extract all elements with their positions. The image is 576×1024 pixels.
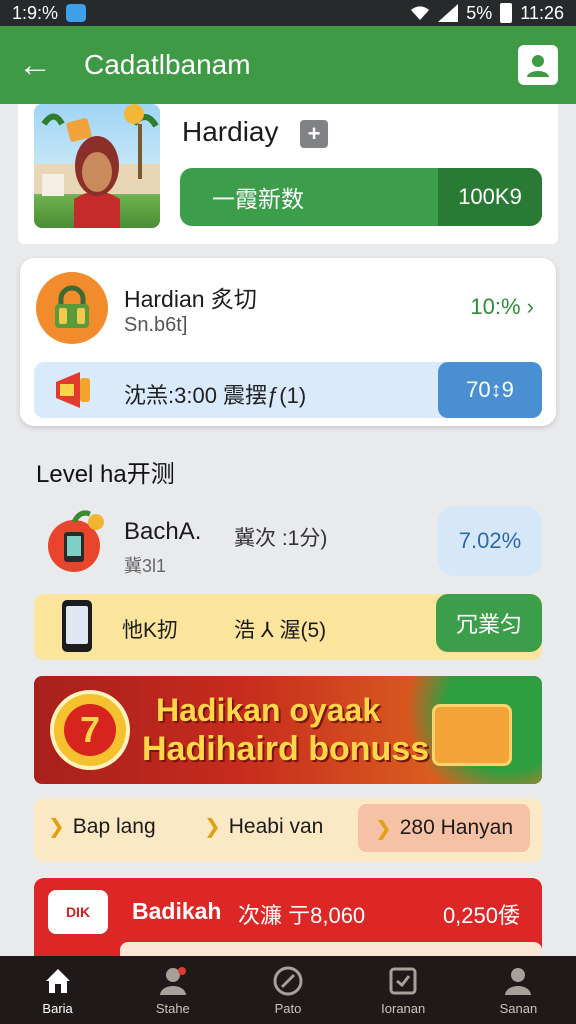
status-clock: 11:26 (520, 2, 564, 23)
profile-icon (505, 967, 532, 995)
device-detail: 浩 ⅄ 渥(5) (234, 619, 327, 642)
account-icon[interactable] (518, 45, 558, 85)
tag-label: Heabi van (228, 814, 324, 838)
person-icon (159, 966, 186, 995)
bonus-banner[interactable]: 7 Hadikan oyaak Hadihaird bonuss (34, 676, 542, 784)
device-label: 忚K扨 (122, 619, 179, 642)
status-bar: 1:9:% 5% 11:26 (0, 0, 576, 26)
task-subtitle: Sn.b6t] (124, 314, 188, 336)
status-time: 1:9:% (12, 2, 59, 23)
section-heading: Level ha开测 (36, 461, 175, 488)
task-row-label: 沈羔:3:00 震摆ƒ(1) (124, 383, 307, 408)
page-title: Cadatlbanam (84, 49, 251, 80)
nav-item-home[interactable]: Baria (0, 956, 115, 1024)
level-sub: 冀3l1 (124, 556, 167, 576)
progress-label: 一霞新数 (212, 186, 304, 212)
nav-item-tasks[interactable]: Ioranan (346, 956, 461, 1024)
lock-icon (55, 285, 89, 328)
reward-title: Badikah (132, 898, 222, 924)
gift-box-icon (432, 704, 512, 766)
tag-2[interactable]: ❯ Heabi van (204, 814, 323, 839)
banner-headline: Hadikan oyaak (156, 692, 381, 728)
nav-label: Sanan (499, 1000, 538, 1016)
reward-detail: 次濂 亍8,060 (238, 903, 366, 928)
tag-label: 280 Hanyan (399, 816, 514, 839)
level-name: BachA. (124, 518, 202, 545)
wifi-icon (411, 6, 430, 20)
chevron-right-icon: ❯ (374, 817, 392, 840)
phone-icon (62, 600, 92, 652)
task-percent[interactable]: 10:% › (470, 294, 534, 320)
progress-value: 100K9 (438, 168, 542, 226)
notification-app-icon (66, 4, 87, 22)
megaphone-icon (56, 372, 90, 408)
back-arrow-icon[interactable]: ← (18, 48, 58, 82)
tag-3[interactable]: ❯ 280 Hanyan (358, 804, 530, 852)
chevron-right-icon: ❯ (48, 816, 65, 838)
profile-name: Hardiay (182, 116, 279, 147)
home-icon (45, 968, 70, 993)
task-card[interactable]: Hardian 炙切 Sn.b6t] 10:% › 沈羔:3:00 震摆ƒ(1)… (20, 258, 556, 426)
fruit-phone-icon (48, 510, 104, 572)
task-row-button[interactable]: 70↕9 (438, 362, 542, 418)
task-title: Hardian 炙切 (124, 286, 257, 312)
tags-row: ❯ Bap lang ❯ Heabi van ❯ 280 Hanyan (34, 798, 542, 862)
nav-item-stats[interactable]: Stahe (115, 956, 230, 1024)
nav-label: Stahe (155, 1000, 190, 1016)
bonus-badge: 7 (50, 690, 130, 770)
avatar[interactable] (34, 104, 160, 228)
reward-amount: 0,250倭 (442, 903, 520, 928)
lock-badge (36, 272, 108, 344)
bottom-nav: Baria Stahe Pato Ioranan Sanan (0, 956, 576, 1024)
level-percent[interactable]: 7.02% (438, 506, 542, 576)
nav-item-explore[interactable]: Pato (230, 956, 345, 1024)
progress-pill[interactable]: 一霞新数 100K9 (180, 168, 542, 226)
avatar-illustration (34, 104, 160, 228)
banner-subheadline: Hadihaird bonuss (142, 730, 430, 768)
reward-logo: DIK (48, 890, 108, 934)
tag-label: Bap lang (72, 814, 156, 838)
battery-icon (500, 3, 513, 23)
battery-percent: 5% (466, 2, 493, 23)
device-row[interactable]: 忚K扨 浩 ⅄ 渥(5) 冗業匀 (34, 594, 542, 660)
task-row[interactable]: 沈羔:3:00 震摆ƒ(1) 70↕9 (34, 362, 542, 418)
signal-icon (438, 4, 459, 22)
app-bar: ← Cadatlbanam (0, 26, 576, 104)
bonus-badge-number: 7 (64, 704, 116, 756)
user-icon (527, 55, 549, 77)
nav-item-profile[interactable]: Sanan (461, 956, 576, 1024)
chevron-right-icon: ❯ (204, 816, 221, 838)
profile-card: Hardiay + 一霞新数 100K9 (18, 104, 558, 244)
add-button[interactable]: + (300, 120, 328, 148)
device-button[interactable]: 冗業匀 (436, 594, 542, 652)
nav-label: Pato (274, 1000, 302, 1016)
level-detail: 冀次 :1分) (234, 527, 328, 550)
compass-icon (273, 966, 303, 995)
task-icon (389, 967, 417, 994)
tag-1[interactable]: ❯ Bap lang (48, 814, 156, 839)
nav-label: Baria (42, 1000, 73, 1016)
nav-label: Ioranan (381, 1000, 426, 1016)
level-item[interactable]: BachA. 冀3l1 冀次 :1分) 7.02% (34, 504, 542, 580)
